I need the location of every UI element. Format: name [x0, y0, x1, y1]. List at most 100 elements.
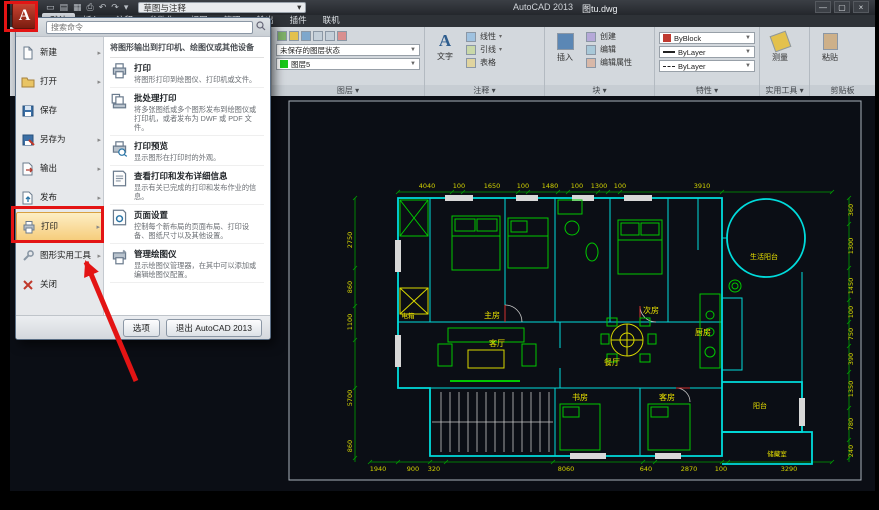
text-tool-button[interactable]: A 文字 [429, 30, 461, 69]
layer-state-dropdown[interactable]: 未保存的图层状态 ▼ [276, 44, 420, 56]
current-layer-dropdown[interactable]: 图层5 ▼ [276, 58, 420, 70]
entry-description: 显示绘图仪管理器，在其中可以添加或编辑绘图仪配置。 [134, 261, 263, 279]
app-menu-print-panel: 将图形输出到打印机、绘图仪或其他设备 打印将图形打印到绘图仪、打印机或文件。批处… [104, 37, 270, 315]
panel-label-layers[interactable]: 图层 ▾ [272, 85, 424, 96]
new-file-icon[interactable]: ▭ [46, 2, 55, 13]
color-swatch [663, 34, 671, 42]
lineweight-dropdown[interactable]: ByLayer ▼ [659, 46, 755, 58]
leader-button[interactable]: 引线▾ [465, 43, 502, 56]
svg-text:240: 240 [847, 445, 855, 457]
insert-block-button[interactable]: 插入 [549, 30, 581, 69]
clipboard-icon [823, 33, 838, 50]
chevron-down-icon: ▼ [745, 63, 751, 69]
flyout-arrow-icon: ▸ [97, 194, 101, 202]
svg-text:厨房: 厨房 [695, 327, 711, 337]
maximize-button[interactable]: ▢ [834, 1, 850, 13]
entry-description: 将图形打印到绘图仪、打印机或文件。 [134, 75, 256, 84]
create-block-button[interactable]: 创建 [585, 30, 632, 43]
annotation-box-app-button [4, 1, 38, 32]
layer-props-icon[interactable] [313, 31, 323, 41]
paste-button[interactable]: 粘贴 [814, 30, 846, 63]
svg-text:电箱: 电箱 [402, 311, 416, 320]
layer-tools [276, 30, 420, 42]
minimize-button[interactable]: — [815, 1, 831, 13]
app-menu-item-export[interactable]: 输出▸ [16, 154, 103, 183]
workspace-dropdown[interactable]: 草图与注释 ▾ [138, 2, 306, 13]
measure-button[interactable]: 测量 [764, 30, 796, 63]
dropdown-icon[interactable]: ▾ [124, 2, 129, 13]
options-button[interactable]: 选项 [123, 319, 160, 337]
layer-color-swatch [280, 60, 288, 68]
close-button[interactable]: × [853, 1, 869, 13]
edit-block-button[interactable]: 编辑 [585, 43, 632, 56]
undo-icon[interactable]: ↶ [99, 2, 107, 13]
publish-icon [21, 191, 35, 205]
furniture [400, 200, 741, 450]
panel-label-utilities[interactable]: 实用工具 ▾ [760, 85, 809, 96]
app-menu-item-open-folder[interactable]: 打开▸ [16, 67, 103, 96]
entry-description: 将多张图纸或多个图形发布到绘图仪或打印机，或者发布为 DWF 或 PDF 文件。 [134, 105, 263, 132]
layer-on-icon[interactable] [277, 31, 287, 41]
svg-text:860: 860 [346, 281, 354, 293]
svg-text:次房: 次房 [643, 305, 659, 315]
svg-text:100: 100 [715, 465, 727, 473]
save-icon[interactable]: ▦ [73, 2, 82, 13]
entry-title: 管理绘图仪 [134, 248, 263, 260]
search-input[interactable] [46, 21, 253, 34]
table-button[interactable]: 表格 [465, 56, 502, 69]
new-file-icon [21, 46, 35, 60]
insert-label: 插入 [557, 52, 573, 63]
panel-label-properties[interactable]: 特性 ▾ [655, 85, 759, 96]
object-color-dropdown[interactable]: ByBlock ▼ [659, 32, 755, 44]
layer-lock-icon[interactable] [301, 31, 311, 41]
app-menu-item-label: 另存为 [40, 135, 94, 144]
app-menu-item-close[interactable]: 关闭 [16, 270, 103, 299]
print-panel-entry-details[interactable]: 查看打印和发布详细信息显示有关已完成的打印和发布作业的信息。 [110, 166, 264, 205]
app-menu-item-label: 输出 [40, 164, 94, 173]
edit-attributes-icon [586, 58, 596, 68]
flyout-arrow-icon: ▸ [97, 78, 101, 86]
print-icon[interactable]: ⎙ [87, 2, 94, 13]
quick-access-toolbar: ▭ ▤ ▦ ⎙ ↶ ↷ ▾ [46, 2, 128, 13]
svg-text:390: 390 [847, 353, 855, 365]
plotters-icon [111, 248, 128, 265]
svg-text:750: 750 [847, 328, 855, 340]
redo-icon[interactable]: ↷ [111, 2, 119, 13]
app-menu-item-label: 关闭 [40, 280, 94, 289]
layer-match-icon[interactable] [325, 31, 335, 41]
export-icon [21, 162, 35, 176]
flyout-arrow-icon: ▸ [97, 136, 101, 144]
app-menu-item-new-file[interactable]: 新建▸ [16, 38, 103, 67]
app-menu-item-save-as[interactable]: 另存为▸ [16, 125, 103, 154]
print-panel-entry-print[interactable]: 打印将图形打印到绘图仪、打印机或文件。 [110, 58, 264, 88]
door-leaves [505, 305, 690, 388]
panel-label-annotate[interactable]: 注释 ▾ [425, 85, 544, 96]
open-folder-icon [21, 75, 35, 89]
app-menu-search-row [16, 18, 270, 37]
panel-label-block[interactable]: 块 ▾ [545, 85, 654, 96]
exit-button[interactable]: 退出 AutoCAD 2013 [166, 319, 262, 337]
chevron-down-icon: ▼ [745, 35, 751, 41]
panel-label-clipboard[interactable]: 剪贴板 [810, 85, 875, 96]
svg-text:360: 360 [847, 204, 855, 216]
print-panel-entry-preview[interactable]: 打印预览显示图形在打印时的外观。 [110, 136, 264, 166]
ribbon-panel-layers: 未保存的图层状态 ▼ 图层5 ▼ 图层 ▾ [272, 27, 425, 96]
linear-dim-button[interactable]: 线性▾ [465, 30, 502, 43]
app-menu-item-utilities[interactable]: 图形实用工具▸ [16, 241, 103, 270]
layer-off-icon[interactable] [337, 31, 347, 41]
svg-text:餐厅: 餐厅 [604, 358, 620, 367]
entry-description: 控制每个新布局的页面布局、打印设备、图纸尺寸以及其他设置。 [134, 222, 263, 240]
edit-attributes-button[interactable]: 编辑属性 [585, 56, 632, 69]
layer-freeze-icon[interactable] [289, 31, 299, 41]
linetype-dropdown[interactable]: ByLayer ▼ [659, 60, 755, 72]
print-panel-entry-page-setup[interactable]: 页面设置控制每个新布局的页面布局、打印设备、图纸尺寸以及其他设置。 [110, 205, 264, 244]
svg-text:1450: 1450 [847, 278, 855, 295]
ribbon-tab-8[interactable]: 联机 [315, 13, 348, 27]
print-panel-entry-batch-print[interactable]: 批处理打印将多张图纸或多个图形发布到绘图仪或打印机，或者发布为 DWF 或 PD… [110, 88, 264, 136]
app-menu-item-save[interactable]: 保存 [16, 96, 103, 125]
ribbon-tab-7[interactable]: 插件 [282, 13, 315, 27]
open-folder-icon[interactable]: ▤ [60, 2, 69, 13]
edit-block-icon [586, 45, 596, 55]
svg-text:320: 320 [428, 465, 440, 473]
print-panel-entry-plotters[interactable]: 管理绘图仪显示绘图仪管理器，在其中可以添加或编辑绘图仪配置。 [110, 244, 264, 283]
